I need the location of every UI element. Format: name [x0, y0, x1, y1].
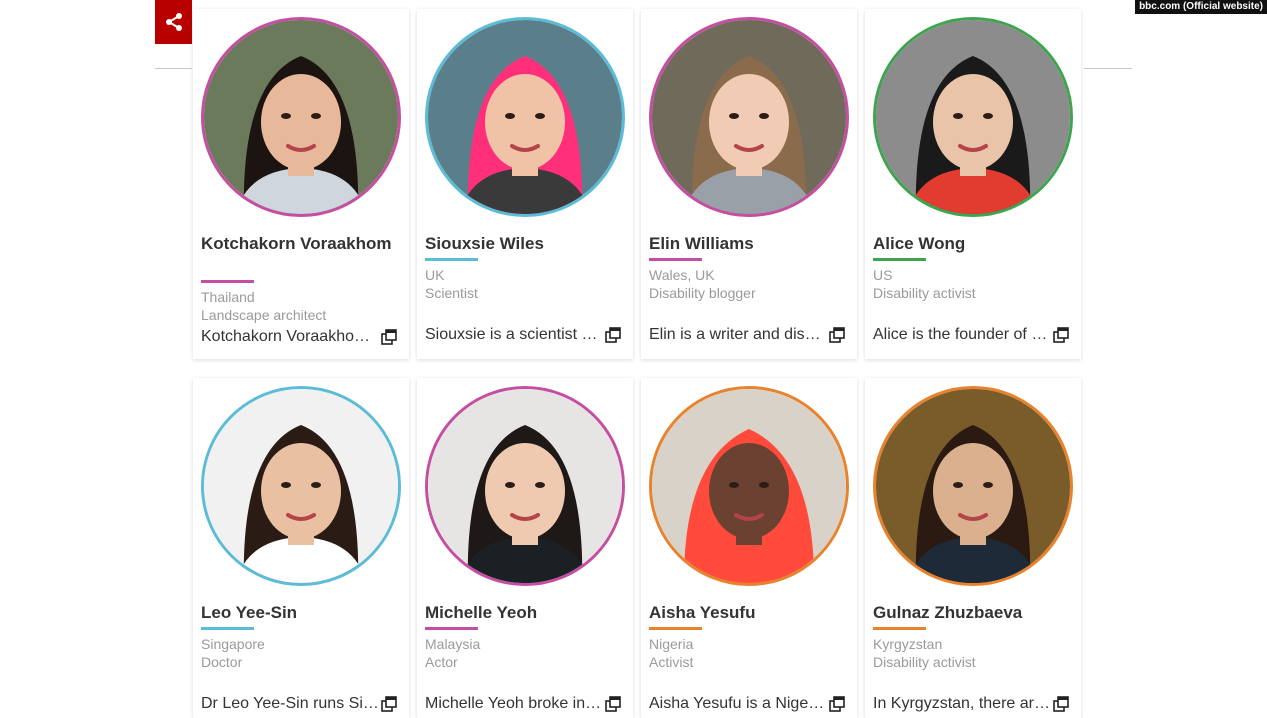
profile-role: Landscape architect — [201, 307, 327, 323]
profile-summary[interactable]: Elin is a writer and disability blogger — [649, 325, 827, 345]
profile-summary[interactable]: Siouxsie is a scientist and microbiologi… — [425, 325, 603, 345]
profile-name: Gulnaz Zhuzbaeva — [873, 603, 1023, 622]
open-external-icon[interactable] — [381, 696, 397, 712]
profile-role: Doctor — [201, 654, 243, 670]
profile-country: Thailand — [201, 289, 255, 305]
profile-country: Singapore — [201, 636, 265, 652]
profile-country: Wales, UK — [649, 267, 715, 283]
portrait-siouxsie-wiles — [425, 17, 625, 217]
profile-country: Nigeria — [649, 636, 694, 652]
open-external-icon[interactable] — [605, 696, 621, 712]
open-external-icon[interactable] — [1053, 696, 1069, 712]
header-divider-left — [155, 68, 192, 69]
profile-role: Disability activist — [873, 285, 976, 301]
open-external-icon[interactable] — [829, 696, 845, 712]
profile-summary[interactable]: Alice is the founder of the Disability V… — [873, 325, 1051, 345]
portrait-gulnaz-zhuzbaeva — [873, 386, 1073, 586]
profile-country: UK — [425, 267, 445, 283]
accent-bar — [873, 627, 926, 630]
open-external-icon[interactable] — [381, 329, 397, 345]
profile-summary[interactable]: In Kyrgyzstan, there are many barriers — [873, 694, 1051, 714]
profile-country: US — [873, 267, 893, 283]
profile-card-6[interactable]: Michelle Yeoh Malaysia Actor Michelle Ye… — [417, 378, 633, 718]
portrait-kotchakorn-voraakhom — [201, 17, 401, 217]
profile-card-7[interactable]: Aisha Yesufu Nigeria Activist Aisha Yesu… — [641, 378, 857, 718]
portrait-michelle-yeoh — [425, 386, 625, 586]
profile-summary[interactable]: Michelle Yeoh broke into the film indust… — [425, 694, 603, 714]
profile-country: Kyrgyzstan — [873, 636, 943, 652]
profile-role: Disability blogger — [649, 285, 756, 301]
share-button[interactable] — [155, 0, 192, 44]
profile-card-4[interactable]: Alice Wong US Disability activist Alice … — [865, 9, 1081, 359]
profile-card-8[interactable]: Gulnaz Zhuzbaeva Kyrgyzstan Disability a… — [865, 378, 1081, 718]
share-icon — [165, 13, 182, 31]
open-external-icon[interactable] — [1053, 327, 1069, 343]
profile-name: Leo Yee-Sin — [201, 603, 298, 622]
profile-name: Elin Williams — [649, 234, 754, 253]
profile-card-1[interactable]: Kotchakorn Voraakhom Thailand Landscape … — [193, 9, 409, 359]
profile-name: Aisha Yesufu — [649, 603, 756, 622]
profile-summary[interactable]: Dr Leo Yee-Sin runs Singapore's centre — [201, 694, 379, 714]
profile-card-2[interactable]: Siouxsie Wiles UK Scientist Siouxsie is … — [417, 9, 633, 359]
profile-name: Siouxsie Wiles — [425, 234, 544, 253]
profile-summary[interactable]: Kotchakorn Voraakhom is a landscape arch… — [201, 327, 379, 347]
profile-summary[interactable]: Aisha Yesufu is a Nigerian activist — [649, 694, 827, 714]
profile-role: Activist — [649, 654, 694, 670]
profile-card-5[interactable]: Leo Yee-Sin Singapore Doctor Dr Leo Yee-… — [193, 378, 409, 718]
profile-card-3[interactable]: Elin Williams Wales, UK Disability blogg… — [641, 9, 857, 359]
accent-bar — [201, 280, 254, 283]
profile-name: Alice Wong — [873, 234, 966, 253]
profile-name: Kotchakorn Voraakhom — [201, 234, 392, 253]
accent-bar — [425, 627, 478, 630]
portrait-elin-williams — [649, 17, 849, 217]
source-badge: bbc.com (Official website) — [1135, 0, 1267, 14]
header-divider-right — [1084, 68, 1132, 69]
portrait-leo-yee-sin — [201, 386, 401, 586]
accent-bar — [425, 258, 478, 261]
accent-bar — [873, 258, 926, 261]
profile-role: Actor — [425, 654, 458, 670]
portrait-aisha-yesufu — [649, 386, 849, 586]
profile-name: Michelle Yeoh — [425, 603, 538, 622]
portrait-alice-wong — [873, 17, 1073, 217]
accent-bar — [201, 627, 254, 630]
open-external-icon[interactable] — [605, 327, 621, 343]
accent-bar — [649, 258, 702, 261]
profile-role: Scientist — [425, 285, 478, 301]
profile-country: Malaysia — [425, 636, 481, 652]
accent-bar — [649, 627, 702, 630]
open-external-icon[interactable] — [829, 327, 845, 343]
profile-role: Disability activist — [873, 654, 976, 670]
